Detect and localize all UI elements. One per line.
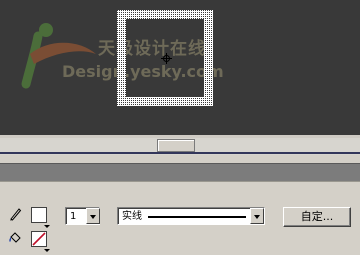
scrollbar-thumb[interactable] [157, 139, 195, 152]
no-fill-swatch-icon [32, 232, 46, 246]
stroke-style-label: 实线 [122, 211, 142, 222]
fill-color-swatch[interactable] [31, 231, 47, 247]
custom-stroke-button[interactable]: 自定... [283, 207, 351, 227]
watermark-logo [21, 23, 96, 89]
scrollbar-track-top [0, 135, 360, 138]
stroke-style-dropdown-button[interactable] [250, 208, 264, 224]
pencil-icon [10, 208, 22, 221]
chevron-down-icon [44, 225, 50, 228]
properties-panel-title-bar[interactable] [0, 163, 360, 181]
panel-separator [0, 155, 360, 163]
stage-canvas[interactable]: 天极设计在线 Design.yesky.com [0, 0, 360, 135]
chevron-down-icon [44, 249, 50, 252]
crosshair-icon [161, 53, 172, 64]
horizontal-scrollbar[interactable] [0, 135, 360, 155]
paint-bucket-icon [9, 232, 21, 243]
stroke-style-preview-line [148, 216, 246, 218]
stroke-color-swatch[interactable] [31, 207, 47, 223]
scrollbar-bottom-rule [0, 152, 360, 154]
stroke-width-dropdown-button[interactable] [86, 208, 100, 224]
